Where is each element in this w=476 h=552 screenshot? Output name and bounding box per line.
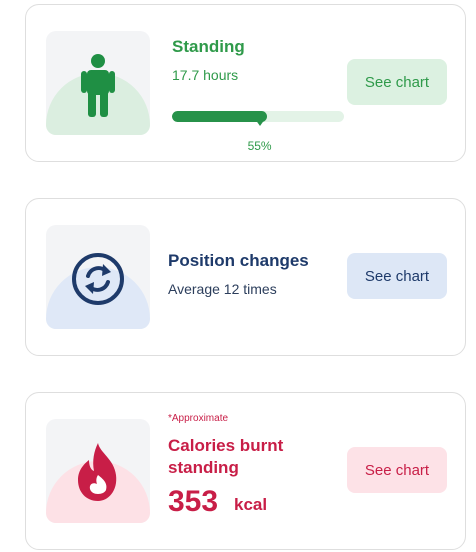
standing-thumbnail: [46, 31, 150, 135]
position-changes-card: Position changes Average 12 times See ch…: [25, 198, 466, 356]
calories-see-chart-button[interactable]: See chart: [347, 447, 447, 493]
calories-unit: kcal: [234, 495, 268, 514]
position-changes-title: Position changes: [168, 251, 309, 270]
calories-title: Calories burnt standing: [168, 436, 284, 477]
approximate-note: *Approximate: [168, 413, 229, 424]
position-thumbnail: [46, 225, 150, 329]
calories-thumbnail: [46, 419, 150, 523]
standing-title: Standing: [172, 37, 245, 56]
standing-card: Standing 17.7 hours 55% See chart: [25, 4, 466, 162]
standing-person-icon: [81, 54, 115, 117]
progress-pointer-icon: [254, 119, 265, 126]
calories-card: *Approximate Calories burnt standing 353…: [25, 392, 466, 550]
standing-see-chart-button[interactable]: See chart: [347, 59, 447, 105]
position-change-icon: [72, 253, 124, 305]
standing-progress-fill: [172, 111, 267, 122]
flame-icon: [78, 443, 117, 501]
standing-hours: 17.7 hours: [172, 67, 239, 83]
position-see-chart-button[interactable]: See chart: [347, 253, 447, 299]
position-changes-subtitle: Average 12 times: [168, 281, 277, 297]
calories-value: 353: [168, 485, 219, 518]
standing-progress-label: 55%: [247, 139, 272, 153]
